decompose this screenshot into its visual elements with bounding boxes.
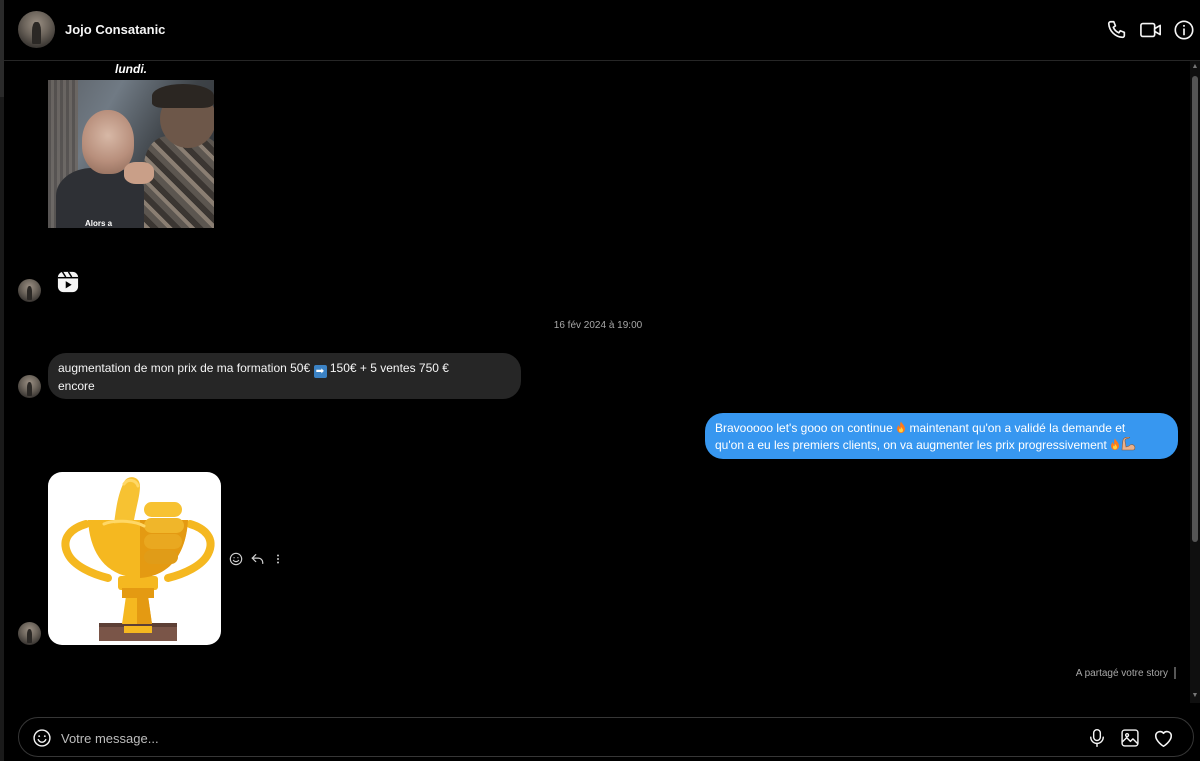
scroll-up-arrow-icon[interactable]: ▲ bbox=[1191, 63, 1199, 71]
more-options-icon[interactable] bbox=[270, 551, 286, 567]
incoming-message-bubble[interactable]: augmentation de mon prix de ma formation… bbox=[48, 353, 521, 399]
react-emoji-icon[interactable] bbox=[228, 551, 244, 567]
message-text: Bravooooo let's gooo on continue bbox=[715, 421, 893, 435]
phone-icon[interactable] bbox=[1104, 17, 1130, 43]
message-text: maintenant qu'on a validé la demande et bbox=[909, 421, 1126, 435]
message-input[interactable] bbox=[61, 727, 1061, 749]
message-timestamp: 16 fév 2024 à 19:00 bbox=[553, 320, 643, 331]
reply-icon[interactable] bbox=[249, 551, 265, 567]
story-indicator-bar bbox=[1174, 667, 1176, 679]
outgoing-message-bubble[interactable]: Bravooooo let's gooo on continue mainten… bbox=[705, 413, 1178, 459]
sender-avatar[interactable] bbox=[18, 622, 41, 645]
left-panel-edge bbox=[0, 0, 4, 761]
gif-caption-top: lundi. bbox=[115, 62, 147, 76]
fire-emoji-icon bbox=[897, 421, 906, 433]
fire-emoji-icon bbox=[1111, 438, 1120, 450]
message-text: augmentation de mon prix de ma formation… bbox=[58, 361, 311, 375]
heart-icon[interactable] bbox=[1151, 726, 1175, 750]
sender-avatar[interactable] bbox=[18, 279, 41, 302]
scroll-down-arrow-icon[interactable]: ▼ bbox=[1191, 692, 1199, 700]
message-text: encore bbox=[58, 379, 95, 393]
message-composer bbox=[18, 717, 1194, 757]
video-camera-icon[interactable] bbox=[1138, 17, 1164, 43]
info-icon[interactable] bbox=[1171, 17, 1197, 43]
message-text: 150€ + 5 ventes 750 € bbox=[329, 361, 449, 375]
contact-avatar[interactable] bbox=[18, 11, 55, 48]
image-upload-icon[interactable] bbox=[1118, 726, 1142, 750]
microphone-icon[interactable] bbox=[1085, 726, 1109, 750]
message-actions bbox=[228, 551, 286, 567]
gif-message[interactable] bbox=[48, 80, 214, 228]
contact-name[interactable]: Jojo Consatanic bbox=[65, 22, 165, 37]
story-share-note: A partagé votre story bbox=[1075, 668, 1168, 679]
gif-caption-bottom: Alors a bbox=[85, 219, 113, 228]
sender-avatar[interactable] bbox=[18, 375, 41, 398]
thumbs-up-trophy-sticker[interactable] bbox=[48, 472, 221, 645]
flexed-biceps-emoji-icon bbox=[1121, 436, 1136, 451]
message-text: qu'on a eu les premiers clients, on va a… bbox=[715, 438, 1107, 452]
right-arrow-emoji-icon: ➡ bbox=[313, 365, 327, 378]
reels-icon[interactable] bbox=[57, 271, 79, 293]
scrollbar-thumb[interactable] bbox=[1192, 76, 1198, 542]
chat-header: Jojo Consatanic bbox=[4, 0, 1200, 61]
emoji-picker-icon[interactable] bbox=[31, 727, 53, 749]
